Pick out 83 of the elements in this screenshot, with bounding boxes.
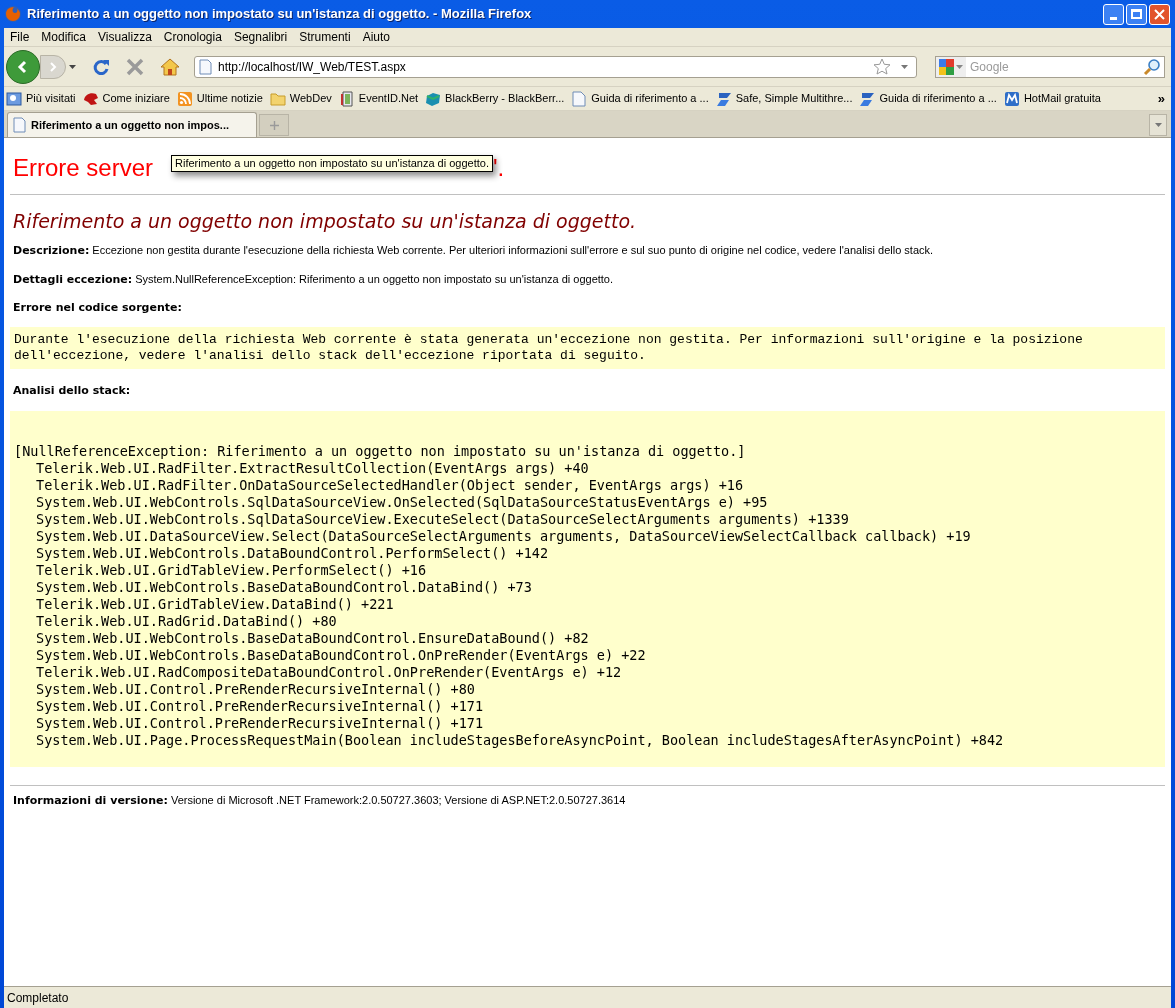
search-input[interactable]: Google bbox=[966, 57, 1143, 76]
error-heading-end: '. bbox=[493, 154, 505, 182]
browser-tab[interactable]: Riferimento a un oggetto non impos... bbox=[7, 112, 257, 137]
star-icon[interactable] bbox=[873, 58, 891, 75]
stack-trace-line: System.Web.UI.WebControls.BaseDataBoundControl.DataBind() +73 bbox=[35, 579, 533, 596]
google-icon bbox=[939, 58, 954, 75]
book-icon bbox=[338, 90, 355, 107]
m-logo-icon bbox=[1003, 90, 1020, 107]
stack-trace-line: System.Web.UI.Control.PreRenderRecursiveInternal() +171 bbox=[35, 715, 485, 732]
stack-trace-line: System.Web.UI.WebControls.SqlDataSourceView.OnSelected(SqlDataSourceStatusEventArgs e) +95 bbox=[35, 494, 769, 511]
source-error-text: Durante l'esecuzione della richiesta Web corrente è stata generata un'eccezione non gestita. Per informazioni sull'origine e la posizione dell'eccezione, vedere l'analisi dello stack dell'eccezione riportata di seguito. bbox=[14, 332, 1084, 364]
stack-trace-line: Telerik.Web.UI.RadCompositeDataBoundControl.OnPreRender(EventArgs e) +12 bbox=[35, 664, 623, 681]
close-button[interactable] bbox=[1149, 3, 1170, 25]
version-info-text: Informazioni di versione: Versione di Microsoft .NET Framework:2.0.50727.3603; Versione di ASP.NET:2.0.50727.3614 bbox=[13, 793, 627, 808]
bookmark-link[interactable]: BlackBerry - BlackBerr... bbox=[425, 90, 565, 107]
bookmark-link[interactable]: Come iniziare bbox=[82, 90, 170, 107]
minimize-button[interactable] bbox=[1103, 3, 1124, 25]
reload-icon[interactable] bbox=[92, 57, 110, 76]
page-icon bbox=[13, 117, 26, 133]
stack-trace-line: System.Web.UI.WebControls.BaseDataBoundControl.EnsureDataBound() +82 bbox=[35, 630, 590, 647]
url-text: http://localhost/IW_Web/TEST.aspx bbox=[218, 58, 407, 76]
magnifier-icon bbox=[6, 90, 22, 107]
bookmark-link[interactable]: EventID.Net bbox=[338, 90, 419, 107]
bookmark-link[interactable]: Safe, Simple Multithre... bbox=[715, 90, 853, 107]
menu-item[interactable]: Modifica bbox=[35, 28, 93, 46]
history-dropdown-icon[interactable] bbox=[69, 64, 76, 69]
stripes-icon bbox=[715, 90, 732, 107]
bookmark-link[interactable]: Guida di riferimento a ... bbox=[571, 90, 709, 107]
menu-item[interactable]: Strumenti bbox=[293, 28, 357, 46]
status-text: Completato bbox=[7, 989, 69, 1007]
stack-trace-line: System.Web.UI.WebControls.SqlDataSourceView.ExecuteSelect(DataSourceSelectArguments arguments) +1339 bbox=[35, 511, 850, 528]
bookmarks-overflow-button[interactable]: » bbox=[1157, 88, 1169, 109]
back-button[interactable] bbox=[6, 49, 40, 84]
stack-trace-line: System.Web.UI.Page.ProcessRequestMain(Boolean includeStagesBeforeAsyncPoint, Boolean includeStagesAfterAsyncPoint) +842 bbox=[35, 732, 1005, 749]
rss-icon bbox=[176, 90, 193, 107]
error-heading: Errore server bbox=[13, 154, 154, 182]
description-text: Descrizione: Eccezione non gestita durante l'esecuzione della richiesta Web corrente. Per ulteriori informazioni sull'errore e sul suo punto di origine nel codice, vedere l'analisi dello stack. bbox=[13, 243, 935, 258]
bookmark-link[interactable]: Più visitati bbox=[6, 90, 76, 107]
page-icon bbox=[199, 58, 212, 75]
stack-trace-line: [NullReferenceException: Riferimento a un oggetto non impostato su un'istanza di oggetto.] bbox=[14, 443, 747, 460]
stop-icon[interactable] bbox=[126, 57, 144, 76]
section-label: Errore nel codice sorgente: bbox=[12, 301, 183, 315]
firefox-icon bbox=[4, 5, 22, 23]
plus-icon bbox=[269, 120, 279, 130]
menu-item[interactable]: File bbox=[4, 28, 36, 46]
cube-icon bbox=[425, 90, 442, 107]
stack-trace-line: System.Web.UI.WebControls.BaseDataBoundControl.OnPreRender(EventArgs e) +22 bbox=[35, 647, 647, 664]
section-label: Analisi dello stack: bbox=[12, 384, 132, 398]
stack-trace-line: System.Web.UI.Control.PreRenderRecursiveInternal() +171 bbox=[35, 698, 485, 715]
folder-icon bbox=[269, 90, 286, 107]
address-bar[interactable]: http://localhost/IW_Web/TEST.aspx bbox=[194, 55, 917, 78]
stack-trace-line: System.Web.UI.DataSourceView.Select(DataSourceSelectArguments arguments, DataSourceViewSelectCallback callback) +19 bbox=[35, 528, 972, 545]
home-icon[interactable] bbox=[160, 57, 180, 76]
stack-trace-line: Telerik.Web.UI.GridTableView.PerformSelect() +16 bbox=[35, 562, 428, 579]
search-icon[interactable] bbox=[1143, 57, 1161, 76]
bookmark-link[interactable]: Guida di riferimento a ... bbox=[859, 90, 997, 107]
stack-trace-line: System.Web.UI.WebControls.DataBoundControl.PerformSelect() +142 bbox=[35, 545, 550, 562]
search-field[interactable]: Google bbox=[935, 55, 1165, 78]
tooltip: Riferimento a un oggetto non impostato su un'istanza di oggetto. bbox=[171, 155, 493, 172]
stack-trace-line: System.Web.UI.Control.PreRenderRecursiveInternal() +80 bbox=[35, 681, 476, 698]
window-title: Riferimento a un oggetto non impostato su un'istanza di oggetto. - Mozilla Firefox bbox=[27, 5, 532, 24]
stack-trace-line: Telerik.Web.UI.RadGrid.DataBind() +80 bbox=[35, 613, 338, 630]
stack-trace-line: Telerik.Web.UI.GridTableView.DataBind() +221 bbox=[35, 596, 395, 613]
stack-trace-line: Telerik.Web.UI.RadFilter.OnDataSourceSelectedHandler(Object sender, EventArgs args) +16 bbox=[35, 477, 745, 494]
close-icon bbox=[1154, 8, 1165, 20]
menu-item[interactable]: Cronologia bbox=[157, 28, 228, 46]
bookmark-link[interactable]: HotMail gratuita bbox=[1003, 90, 1101, 107]
dropdown-icon[interactable] bbox=[901, 64, 908, 69]
menu-item[interactable]: Visualizza bbox=[92, 28, 158, 46]
bookmark-link[interactable]: WebDev bbox=[269, 90, 332, 107]
tab-list-button[interactable] bbox=[1149, 114, 1167, 136]
stripes-icon bbox=[859, 90, 876, 107]
menu-item[interactable]: Aiuto bbox=[356, 28, 396, 46]
exception-details-text: Dettagli eccezione: System.NullReferenceException: Riferimento a un oggetto non impostato su un'istanza di oggetto. bbox=[13, 272, 615, 287]
error-subheading: Riferimento a un oggetto non impostato su un'istanza di oggetto. bbox=[12, 209, 638, 233]
stack-trace-line: Telerik.Web.UI.RadFilter.ExtractResultCollection(EventArgs args) +40 bbox=[35, 460, 590, 477]
menu-item[interactable]: Segnalibri bbox=[227, 28, 294, 46]
page-icon bbox=[571, 90, 588, 107]
bookmark-link[interactable]: Ultime notizie bbox=[176, 90, 263, 107]
dragon-icon bbox=[82, 90, 99, 107]
dropdown-icon[interactable] bbox=[956, 64, 963, 69]
maximize-button[interactable] bbox=[1126, 3, 1147, 25]
dropdown-icon bbox=[1154, 123, 1162, 127]
